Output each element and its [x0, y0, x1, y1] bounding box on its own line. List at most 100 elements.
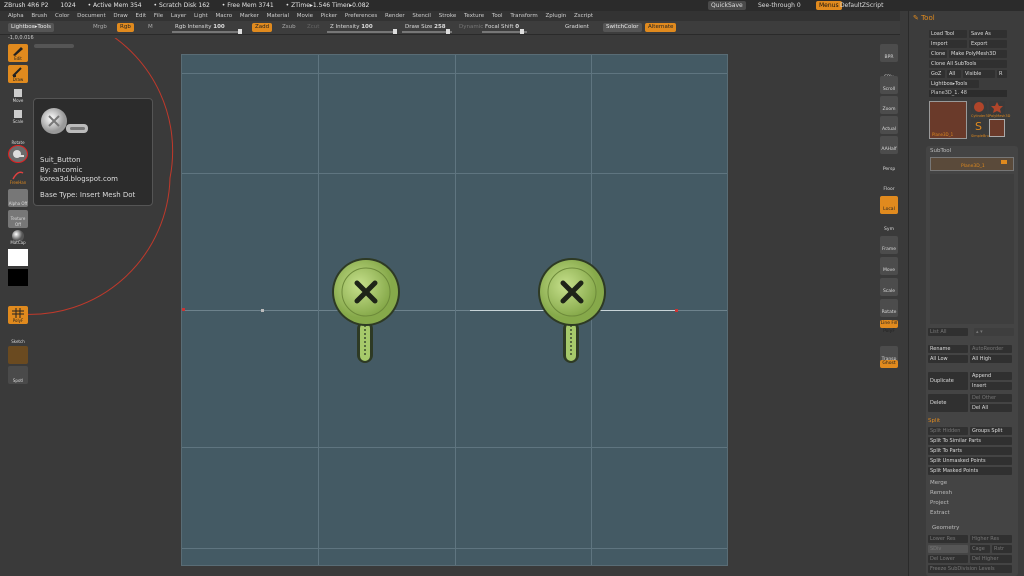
local-button[interactable]: Local	[880, 196, 898, 214]
arrows-buttons[interactable]: ▴ ▾	[974, 328, 1014, 336]
scale-tool[interactable]: Scale	[8, 107, 28, 125]
polyf-button[interactable]: Line Fill PolyF	[880, 320, 898, 334]
split-unmasked-button[interactable]: Split Unmasked Points	[928, 457, 1012, 465]
menu-brush[interactable]: Brush	[31, 13, 47, 19]
split-header[interactable]: Split	[928, 418, 940, 424]
remesh-header[interactable]: Remesh	[930, 490, 952, 496]
menu-file[interactable]: File	[154, 13, 163, 19]
menu-tool[interactable]: Tool	[492, 13, 503, 19]
zcut-button[interactable]: Zcut	[304, 23, 322, 32]
zsub-button[interactable]: Zsub	[279, 23, 299, 32]
menu-texture[interactable]: Texture	[464, 13, 484, 19]
scale-view-button[interactable]: Scale	[880, 278, 898, 296]
focal-shift-knob[interactable]	[520, 29, 524, 34]
cage-button[interactable]: Cage	[970, 545, 990, 553]
alternate-button[interactable]: Alternate	[645, 23, 677, 32]
lightbox-tools-panel-button[interactable]: Lightbox▸Tools	[929, 80, 979, 88]
floor-button[interactable]: Floor	[880, 176, 898, 194]
autoreorder-button[interactable]: AutoReorder	[970, 345, 1012, 353]
rgb-intensity-track[interactable]	[172, 31, 242, 33]
append-button[interactable]: Append	[970, 372, 1012, 380]
del-lower-button[interactable]: Del Lower	[928, 555, 968, 563]
rgb-intensity-knob[interactable]	[238, 29, 242, 34]
split-parts-button[interactable]: Split To Parts	[928, 447, 1012, 455]
spotlight-tool[interactable]: Spotl	[8, 366, 28, 384]
document-canvas[interactable]	[181, 54, 728, 566]
clone-button[interactable]: Clone	[929, 50, 947, 58]
menu-document[interactable]: Document	[77, 13, 106, 19]
draw-size-track[interactable]	[402, 31, 452, 33]
menu-render[interactable]: Render	[385, 13, 405, 19]
eye-icon[interactable]	[1001, 160, 1007, 164]
lower-res-button[interactable]: Lower Res	[928, 535, 968, 543]
ghost-button[interactable]: Ghost	[880, 360, 898, 368]
rotate-view-button[interactable]: Rotate	[880, 299, 898, 317]
z-intensity-track[interactable]	[327, 31, 397, 33]
make-polymesh-button[interactable]: Make PolyMesh3D	[949, 50, 1007, 58]
higher-res-button[interactable]: Higher Res	[970, 535, 1012, 543]
load-tool-button[interactable]: Load Tool	[929, 30, 967, 38]
sdiv-slider[interactable]: SDiv	[928, 545, 968, 553]
rotate-tool[interactable]: Rotate	[8, 128, 28, 146]
import-button[interactable]: Import	[929, 40, 967, 48]
duplicate-button[interactable]: Duplicate	[928, 372, 968, 390]
z-intensity-knob[interactable]	[393, 29, 397, 34]
see-through-label[interactable]: See-through 0	[758, 0, 801, 11]
persp-button[interactable]: Persp	[880, 156, 898, 174]
suit-button-mesh[interactable]	[331, 257, 401, 367]
move-tool[interactable]: Move	[8, 86, 28, 104]
menu-draw[interactable]: Draw	[113, 13, 127, 19]
draw-size-knob[interactable]	[446, 29, 450, 34]
menu-alpha[interactable]: Alpha	[8, 13, 24, 19]
extract-header[interactable]: Extract	[930, 510, 950, 516]
aahalf-button[interactable]: AAHalf	[880, 136, 898, 154]
save-as-button[interactable]: Save As	[969, 30, 1007, 38]
sym-button[interactable]: Sym	[880, 216, 898, 234]
menu-zscript[interactable]: Zscript	[574, 13, 593, 19]
tool-thumbnail-main[interactable]: Plane3D_1	[929, 101, 967, 139]
sketch-tool[interactable]	[8, 346, 28, 364]
scroll-button[interactable]: Scroll	[880, 76, 898, 94]
all-low-button[interactable]: All Low	[928, 355, 968, 363]
plane-thumbnail[interactable]	[989, 119, 1005, 137]
actual-button[interactable]: Actual	[880, 116, 898, 134]
main-color-swatch[interactable]	[8, 249, 28, 266]
menu-material[interactable]: Material	[267, 13, 289, 19]
move-view-button[interactable]: Move	[880, 257, 898, 275]
geometry-header[interactable]: Geometry	[932, 525, 959, 531]
gradient-button[interactable]: Gradient	[562, 23, 592, 32]
r-button[interactable]: R	[997, 70, 1007, 78]
split-masked-button[interactable]: Split Masked Points	[928, 467, 1012, 475]
quicksave-button[interactable]: QuickSave	[708, 1, 746, 10]
freehand-stroke[interactable]: FreeHan	[8, 168, 28, 186]
bpr-button[interactable]: BPR	[880, 44, 898, 62]
all-high-button[interactable]: All High	[970, 355, 1012, 363]
visible-button[interactable]: Visible	[963, 70, 995, 78]
suit-button-mesh-mirror[interactable]	[537, 257, 607, 367]
draw-tool[interactable]: Draw	[8, 65, 28, 83]
zoom-button[interactable]: Zoom	[880, 96, 898, 114]
menu-picker[interactable]: Picker	[321, 13, 337, 19]
merge-header[interactable]: Merge	[930, 480, 947, 486]
split-hidden-button[interactable]: Split Hidden	[928, 427, 968, 435]
menu-layer[interactable]: Layer	[171, 13, 186, 19]
del-higher-button[interactable]: Del Higher	[970, 555, 1012, 563]
export-button[interactable]: Export	[969, 40, 1007, 48]
switch-color[interactable]	[8, 288, 28, 306]
del-other-button[interactable]: Del Other	[970, 394, 1012, 402]
simplebrush-thumbnail[interactable]: S SimpleBrush	[971, 119, 993, 138]
del-all-button[interactable]: Del All	[970, 404, 1012, 412]
menu-color[interactable]: Color	[55, 13, 69, 19]
texture-off[interactable]: Texture Off	[8, 210, 28, 228]
cylinder-thumbnail[interactable]: Cylinder3D	[971, 101, 990, 118]
tool-select-slider[interactable]: Plane3D_1. 48	[929, 90, 1007, 97]
zadd-button[interactable]: Zadd	[252, 23, 273, 32]
menu-preferences[interactable]: Preferences	[345, 13, 377, 19]
menu-stencil[interactable]: Stencil	[412, 13, 431, 19]
mrgb-button[interactable]: Mrgb	[90, 23, 110, 32]
freeze-subdiv-button[interactable]: Freeze SubDivision Levels	[928, 565, 1012, 573]
m-button[interactable]: M	[145, 23, 156, 32]
project-header[interactable]: Project	[930, 500, 949, 506]
rstr-button[interactable]: Rstr	[992, 545, 1012, 553]
setup-tool[interactable]: Sketch	[8, 327, 28, 345]
